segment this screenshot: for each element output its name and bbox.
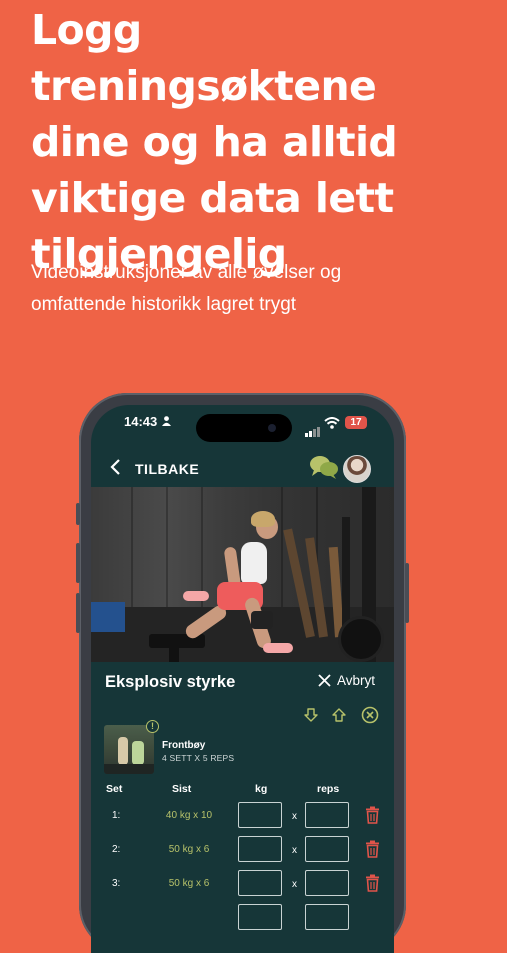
status-bar: 14:43 17 [91,405,394,442]
reps-input[interactable] [305,836,349,862]
last-value: 50 kg x 6 [168,878,210,889]
subheadline: Videoinstruksjoner av alle øvelser og om… [31,262,342,315]
times-sign: x [292,811,297,822]
thumbnail-figure [132,741,144,765]
move-up-icon[interactable] [331,707,347,723]
app-nav-bar: TILBAKE [91,445,394,485]
set-row: 1: 40 kg x 10 x [91,802,394,832]
chevron-left-icon[interactable] [109,458,123,476]
workout-title: Eksplosiv styrke [105,673,236,691]
weight-plate [338,616,384,662]
trash-icon[interactable] [365,874,380,892]
status-time: 14:43 [124,414,158,429]
set-number: 2: [112,844,121,855]
phone-volume-down [76,593,80,633]
gym-bench-leg [169,646,179,662]
background-curtain-line [201,487,203,607]
exercise-name: Frontbøy [162,740,206,751]
exercise-sets-reps: 4 SETT X 5 REPS [162,753,235,763]
signal-icon [305,419,321,437]
kg-input[interactable] [238,802,282,828]
headline: Logg treningsøktene dine og ha alltid vi… [31,6,398,278]
phone-power-button [405,563,409,623]
background-curtain-line [281,487,283,607]
camera-icon [268,424,276,432]
kg-input[interactable] [238,836,282,862]
person-icon [162,416,171,426]
times-sign: x [292,879,297,890]
back-button[interactable]: TILBAKE [135,461,199,477]
column-header-last: Sist [172,783,192,795]
athlete-front-shoe [263,643,293,653]
athlete-torso [241,542,267,584]
athlete-back-shoe [183,591,209,601]
athlete-hair [251,511,275,527]
cancel-button[interactable]: Avbryt [318,673,375,688]
move-down-icon[interactable] [303,707,319,723]
thumbnail-ground [104,764,154,774]
set-number: 3: [112,878,121,889]
close-icon [318,674,331,687]
phone-volume-up [76,543,80,583]
reps-input[interactable] [305,802,349,828]
trash-icon[interactable] [365,840,380,858]
remove-exercise-icon[interactable] [361,706,379,724]
chat-bubbles-icon[interactable] [309,454,339,480]
reps-input[interactable] [305,904,349,930]
set-row [91,904,394,934]
trash-icon[interactable] [365,806,380,824]
info-icon[interactable]: ! [146,720,159,733]
phone-side-button [76,503,80,525]
kg-input[interactable] [238,870,282,896]
dynamic-island [196,414,292,442]
battery-indicator: 17 [345,416,367,429]
phone-screen: 14:43 17 TILBAKE Eksplosiv styrke Avbryt… [91,405,394,953]
exercise-video[interactable] [91,487,394,662]
background-curtain-line [166,487,168,607]
times-sign: x [292,845,297,856]
set-row: 2: 50 kg x 6 x [91,836,394,866]
avatar[interactable] [343,455,371,483]
kg-input[interactable] [238,904,282,930]
set-number: 1: [112,810,121,821]
last-value: 40 kg x 10 [165,810,213,821]
wifi-icon [324,417,340,429]
equipment-box [91,602,125,632]
phone-mockup: 14:43 17 TILBAKE Eksplosiv styrke Avbryt… [76,393,409,953]
exercise-thumbnail[interactable] [104,725,154,774]
background-curtain-line [131,487,133,607]
column-header-set: Set [106,783,123,795]
workout-panel: Eksplosiv styrke Avbryt ! Frontbøy 4 SET… [91,662,394,953]
column-header-reps: reps [317,783,340,795]
thumbnail-figure [118,737,128,765]
set-row: 3: 50 kg x 6 x [91,870,394,900]
last-value: 50 kg x 6 [168,844,210,855]
dumbbell [251,611,273,629]
reps-input[interactable] [305,870,349,896]
column-header-kg: kg [255,783,268,795]
cancel-label: Avbryt [337,673,376,688]
